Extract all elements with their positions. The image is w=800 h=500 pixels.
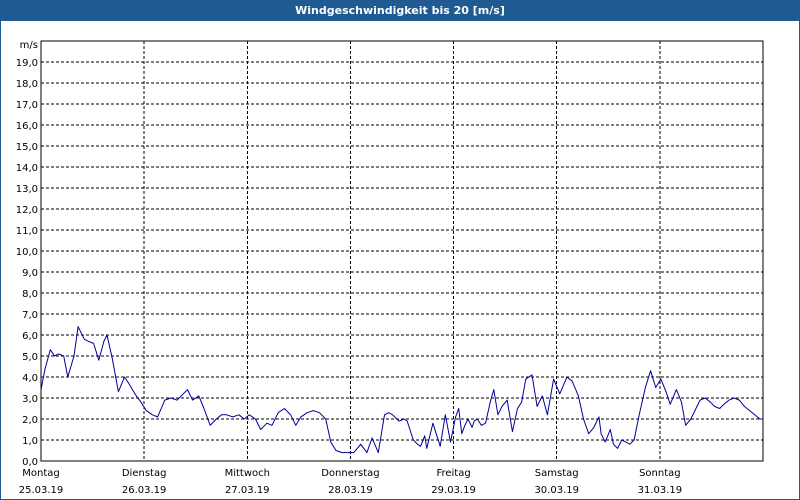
y-tick-label: 1,0 xyxy=(22,436,38,447)
y-tick-label: 12,0 xyxy=(16,205,38,216)
y-tick-label: 17,0 xyxy=(16,100,38,111)
y-tick-label: 8,0 xyxy=(22,289,38,300)
x-tick-day-label: Sonntag xyxy=(639,468,681,479)
x-tick-date-label: 27.03.19 xyxy=(225,485,270,496)
y-tick-label: 14,0 xyxy=(16,163,38,174)
y-tick-label: 18,0 xyxy=(16,79,38,90)
x-tick-date-label: 28.03.19 xyxy=(328,485,373,496)
x-tick-day-label: Freitag xyxy=(436,468,470,479)
chart-window: Windgeschwindigkeit bis 20 [m/s] 0,0 1,0 2… xyxy=(0,0,800,500)
y-tick-label: 7,0 xyxy=(22,310,38,321)
y-axis-label: m/s xyxy=(20,40,38,51)
x-tick-day-label: Dienstag xyxy=(122,468,167,479)
plot-area: 0,0 1,0 2,0 3,0 4,0 5,0 6,0 7,0 8,0 9,0 10,0 11,0 12… xyxy=(16,40,764,496)
y-tick-label: 11,0 xyxy=(16,226,38,237)
x-tick-day-label: Donnerstag xyxy=(321,468,379,479)
y-tick-label: 16,0 xyxy=(16,121,38,132)
y-tick-label: 2,0 xyxy=(22,415,38,426)
y-tick-label: 6,0 xyxy=(22,331,38,342)
x-tick-date-label: 30.03.19 xyxy=(534,485,579,496)
x-tick-date-label: 25.03.19 xyxy=(19,485,64,496)
y-tick-label: 3,0 xyxy=(22,394,38,405)
x-tick-date-label: 31.03.19 xyxy=(638,485,683,496)
x-tick-day-label: Montag xyxy=(22,468,59,479)
x-tick-day-label: Samstag xyxy=(535,468,579,479)
y-tick-label: 13,0 xyxy=(16,184,38,195)
x-tick-date-label: 26.03.19 xyxy=(122,485,167,496)
y-tick-label: 0,0 xyxy=(22,457,38,468)
y-tick-label: 9,0 xyxy=(22,268,38,279)
y-tick-label: 4,0 xyxy=(22,373,38,384)
wind-speed-line xyxy=(40,326,763,454)
y-tick-label: 10,0 xyxy=(16,247,38,258)
x-tick-day-label: Mittwoch xyxy=(225,468,270,479)
y-tick-label: 15,0 xyxy=(16,142,38,153)
y-tick-label: 19,0 xyxy=(16,58,38,69)
y-tick-label: 5,0 xyxy=(22,352,38,363)
x-tick-date-label: 29.03.19 xyxy=(431,485,476,496)
